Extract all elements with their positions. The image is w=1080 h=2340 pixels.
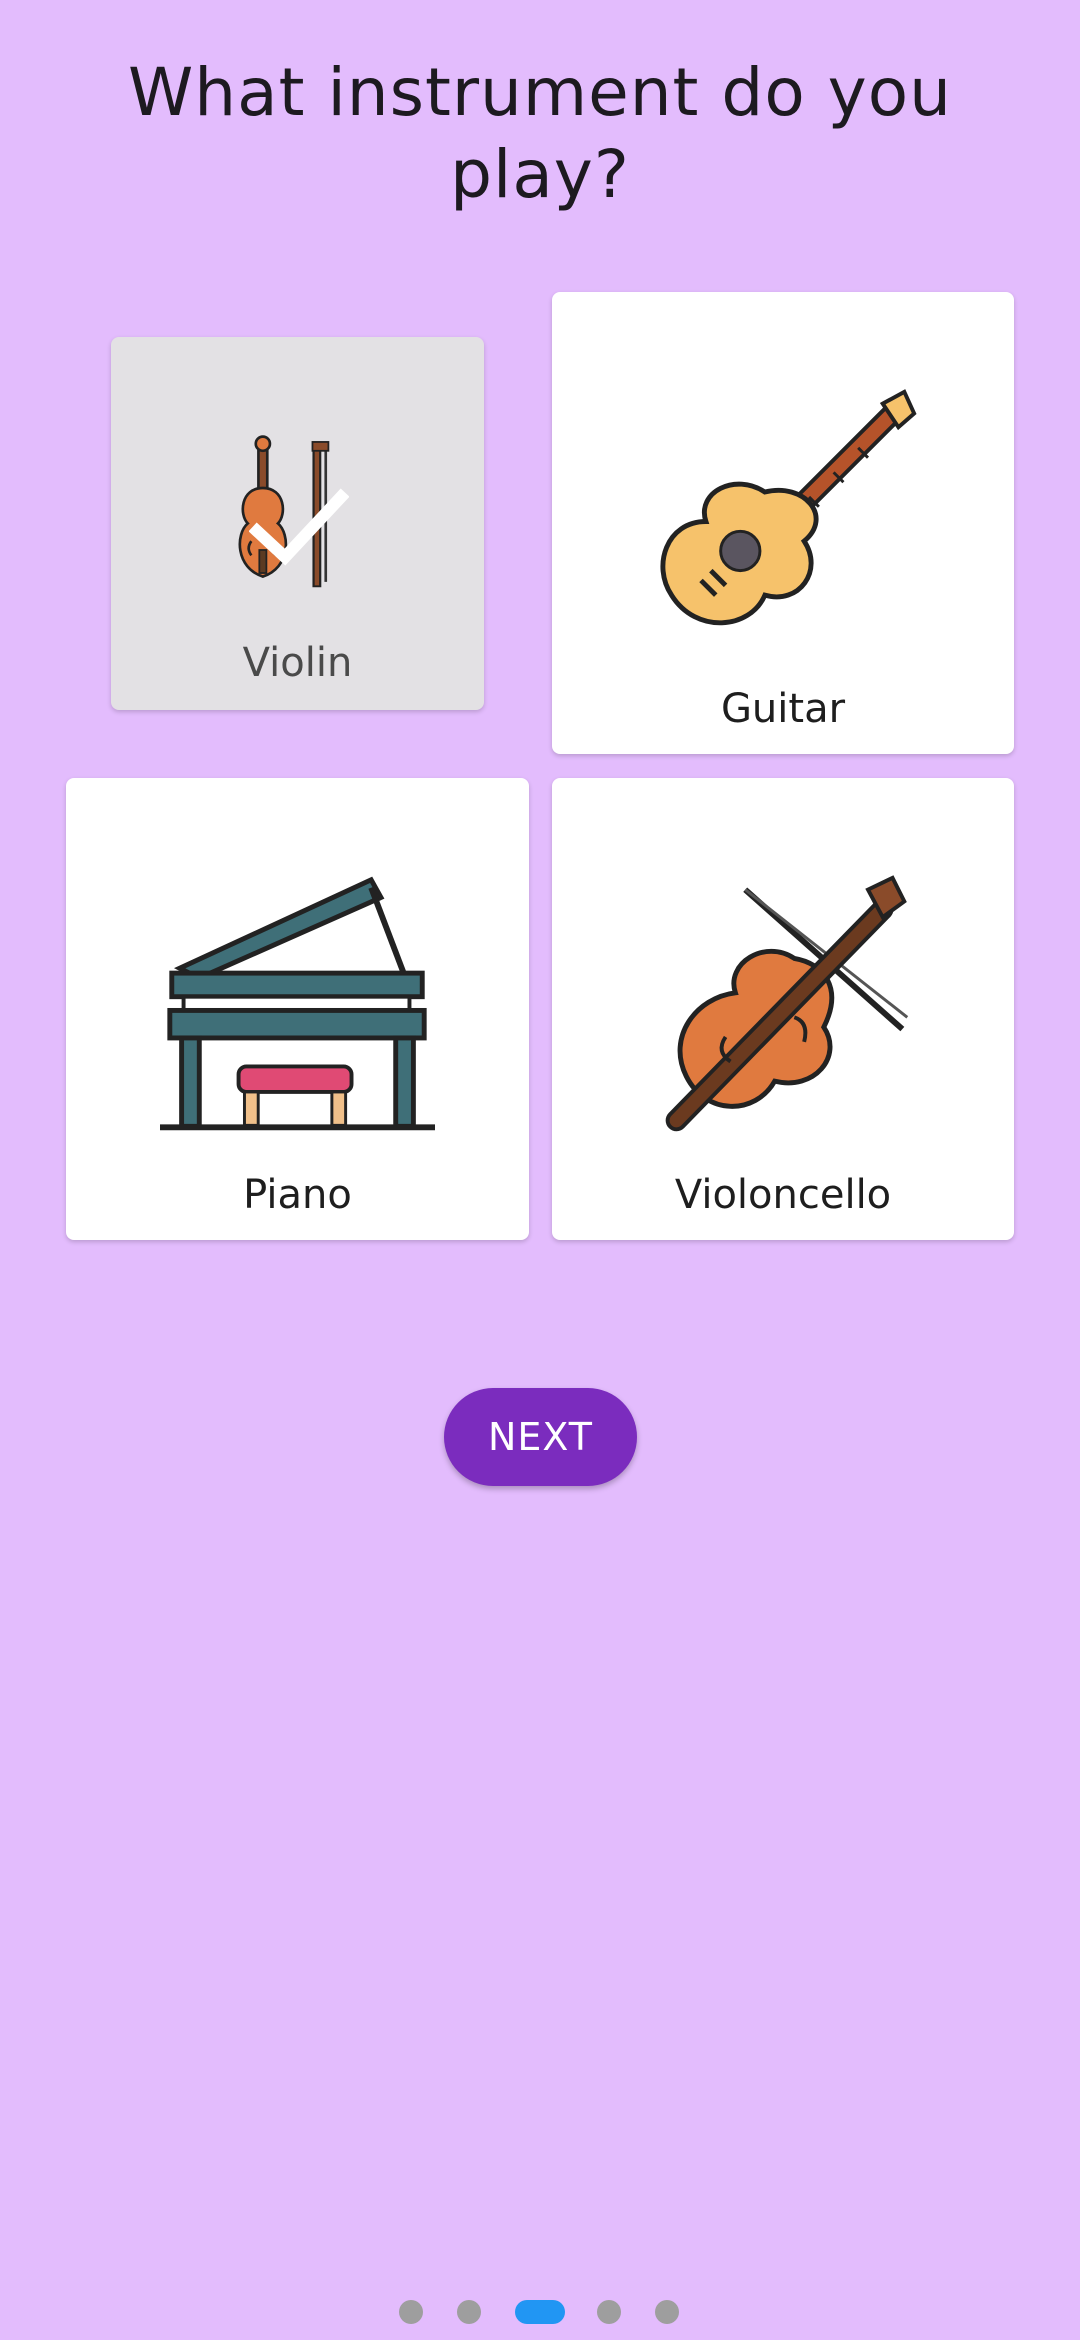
page-dot-2[interactable] bbox=[457, 2300, 481, 2324]
instrument-label-piano: Piano bbox=[243, 1172, 352, 1218]
instrument-card-violoncello[interactable]: Violoncello bbox=[552, 778, 1014, 1240]
next-button[interactable]: NEXT bbox=[444, 1388, 637, 1486]
page-indicator bbox=[0, 2299, 1080, 2325]
instrument-label-violin: Violin bbox=[242, 640, 353, 686]
instrument-label-violoncello: Violoncello bbox=[674, 1172, 892, 1218]
guitar-icon bbox=[660, 389, 917, 626]
piano-icon bbox=[160, 876, 435, 1131]
instrument-card-guitar[interactable]: Guitar bbox=[552, 292, 1014, 754]
page-dot-1[interactable] bbox=[399, 2300, 423, 2324]
check-icon bbox=[249, 488, 349, 566]
page-title: What instrument do you play? bbox=[128, 54, 952, 213]
cello-icon bbox=[665, 875, 909, 1132]
instrument-card-piano[interactable]: Piano bbox=[66, 778, 529, 1240]
instrument-label-guitar: Guitar bbox=[720, 686, 846, 732]
page-dot-4[interactable] bbox=[597, 2300, 621, 2324]
page-dot-5[interactable] bbox=[655, 2300, 679, 2324]
page-dot-3-active[interactable] bbox=[515, 2300, 565, 2324]
instrument-card-violin[interactable]: Violin bbox=[111, 337, 484, 710]
